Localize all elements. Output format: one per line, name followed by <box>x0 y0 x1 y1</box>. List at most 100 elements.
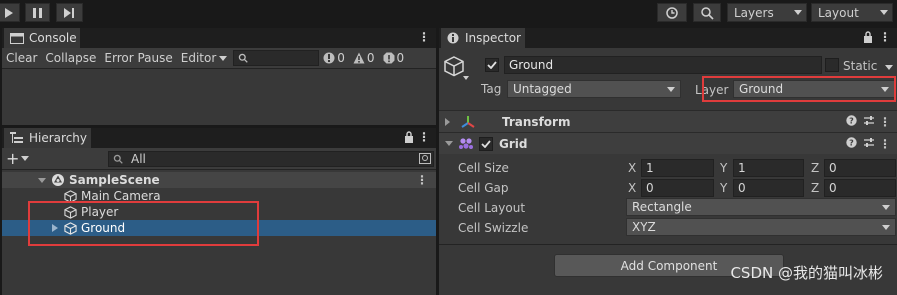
history-icon <box>666 6 678 19</box>
warning-count-toggle[interactable]: 0 <box>349 51 379 65</box>
inspector-menu-icon[interactable]: ⋮ <box>879 30 891 44</box>
object-name-field[interactable]: Ground <box>504 56 822 74</box>
checkmark-icon <box>487 61 497 69</box>
search-mode-icon[interactable] <box>419 153 431 164</box>
active-checkbox[interactable] <box>485 58 499 72</box>
console-search-input[interactable] <box>233 50 320 66</box>
collapse-arrow-icon[interactable] <box>445 141 453 146</box>
step-button[interactable] <box>56 3 83 22</box>
tag-dropdown[interactable]: Untagged <box>507 80 681 98</box>
play-icon <box>5 7 13 18</box>
search-icon <box>701 6 714 20</box>
svg-text:?: ? <box>849 116 854 125</box>
scene-expand-icon[interactable] <box>38 177 46 183</box>
transform-header[interactable]: Transform ? ⋮ <box>439 110 897 132</box>
tab-hierarchy[interactable]: Hierarchy <box>4 128 91 148</box>
object-name-value: Ground <box>509 58 554 72</box>
cell-size-x-field[interactable]: 1 <box>641 159 714 177</box>
chevron-down-icon <box>882 204 890 210</box>
error-count-toggle[interactable]: 0 <box>379 51 409 65</box>
inspector-tabbar: Inspector ⋮ <box>439 28 897 48</box>
annotation-box-hierarchy <box>28 201 259 246</box>
scene-name: SampleScene <box>69 173 160 187</box>
tag-label: Tag <box>481 82 502 96</box>
axis-y-label: Y <box>720 181 728 195</box>
hierarchy-tab-label: Hierarchy <box>29 131 88 145</box>
error-pause-button[interactable]: Error Pause <box>100 51 176 65</box>
unity-scene-icon <box>52 174 64 186</box>
axis-z-label: Z <box>811 181 820 195</box>
tab-console[interactable]: Console <box>4 28 80 48</box>
cell-size-x-value: 1 <box>646 161 654 175</box>
chevron-down-icon <box>880 10 888 15</box>
cell-gap-y-field[interactable]: 0 <box>733 179 804 197</box>
cell-gap-z-value: 0 <box>829 181 837 195</box>
grid-title: Grid <box>499 136 528 151</box>
static-dropdown-icon[interactable] <box>885 65 893 70</box>
search-icon <box>113 154 123 164</box>
chevron-down-icon <box>463 76 469 80</box>
hierarchy-search-placeholder: All <box>131 151 146 166</box>
axis-y-label: Y <box>720 161 728 175</box>
cell-layout-dropdown[interactable]: Rectangle <box>626 198 896 216</box>
history-button[interactable] <box>657 3 687 22</box>
hierarchy-toolbar: + All <box>2 148 436 170</box>
pause-icon <box>33 7 42 18</box>
chevron-down-icon <box>21 156 30 161</box>
scene-row[interactable]: SampleScene ⋮ <box>2 172 436 188</box>
gameobject-cube-icon <box>444 56 464 77</box>
cell-gap-x-value: 0 <box>646 181 654 195</box>
hierarchy-search-input[interactable]: All <box>108 150 434 167</box>
add-component-label: Add Component <box>620 258 718 273</box>
play-button[interactable] <box>0 3 20 22</box>
grid-component-icon <box>459 137 473 149</box>
step-icon <box>64 7 74 18</box>
grid-header[interactable]: Grid ? ⋮ <box>439 132 897 154</box>
collapse-button[interactable]: Collapse <box>41 51 100 65</box>
lock-icon[interactable] <box>404 131 414 146</box>
component-menu-icon[interactable]: ⋮ <box>879 115 891 129</box>
presets-icon[interactable] <box>863 137 875 151</box>
annotation-box-layer <box>702 76 896 102</box>
gameobject-icon-dropdown[interactable] <box>443 55 469 82</box>
presets-icon[interactable] <box>863 115 875 129</box>
transform-title: Transform <box>502 114 571 129</box>
chevron-down-icon <box>667 86 675 92</box>
clear-button[interactable]: Clear <box>2 51 41 65</box>
cell-layout-value: Rectangle <box>632 200 692 214</box>
console-menu-icon[interactable]: ⋮ <box>418 30 430 44</box>
cell-size-y-field[interactable]: 1 <box>733 159 804 177</box>
axis-x-label: X <box>628 161 637 175</box>
cell-gap-z-field[interactable]: 0 <box>824 179 896 197</box>
tab-inspector[interactable]: Inspector <box>441 28 525 48</box>
editor-dropdown[interactable]: Editor <box>177 51 232 65</box>
svg-text:?: ? <box>849 138 854 147</box>
info-count-toggle[interactable]: 0 <box>319 51 349 65</box>
component-menu-icon[interactable]: ⋮ <box>879 137 891 151</box>
watermark: CSDN @我的猫叫冰彬 <box>730 264 883 282</box>
help-icon[interactable]: ? <box>846 136 857 151</box>
scene-menu-icon[interactable]: ⋮ <box>416 173 428 187</box>
cell-gap-x-field[interactable]: 0 <box>641 179 714 197</box>
static-checkbox[interactable] <box>825 58 839 72</box>
layers-dropdown[interactable]: Layers <box>727 3 807 22</box>
cell-size-z-field[interactable]: 0 <box>824 159 896 177</box>
cell-swizzle-dropdown[interactable]: XYZ <box>626 218 896 236</box>
add-dropdown[interactable]: + <box>2 149 33 168</box>
cell-gap-label: Cell Gap <box>458 181 509 195</box>
pause-button[interactable] <box>25 3 50 22</box>
layers-label: Layers <box>734 5 774 20</box>
chevron-down-icon <box>794 10 802 15</box>
lock-icon[interactable] <box>863 31 873 46</box>
layout-label: Layout <box>818 5 859 20</box>
error-icon <box>383 52 395 64</box>
search-button[interactable] <box>693 3 721 22</box>
grid-enabled-checkbox[interactable] <box>479 136 493 151</box>
help-icon[interactable]: ? <box>846 114 857 129</box>
console-icon <box>10 32 24 44</box>
hierarchy-menu-icon[interactable]: ⋮ <box>418 130 430 144</box>
layout-dropdown[interactable]: Layout <box>811 3 893 22</box>
search-icon <box>239 53 249 63</box>
cell-swizzle-value: XYZ <box>632 220 656 234</box>
expand-arrow-icon[interactable] <box>445 117 450 126</box>
